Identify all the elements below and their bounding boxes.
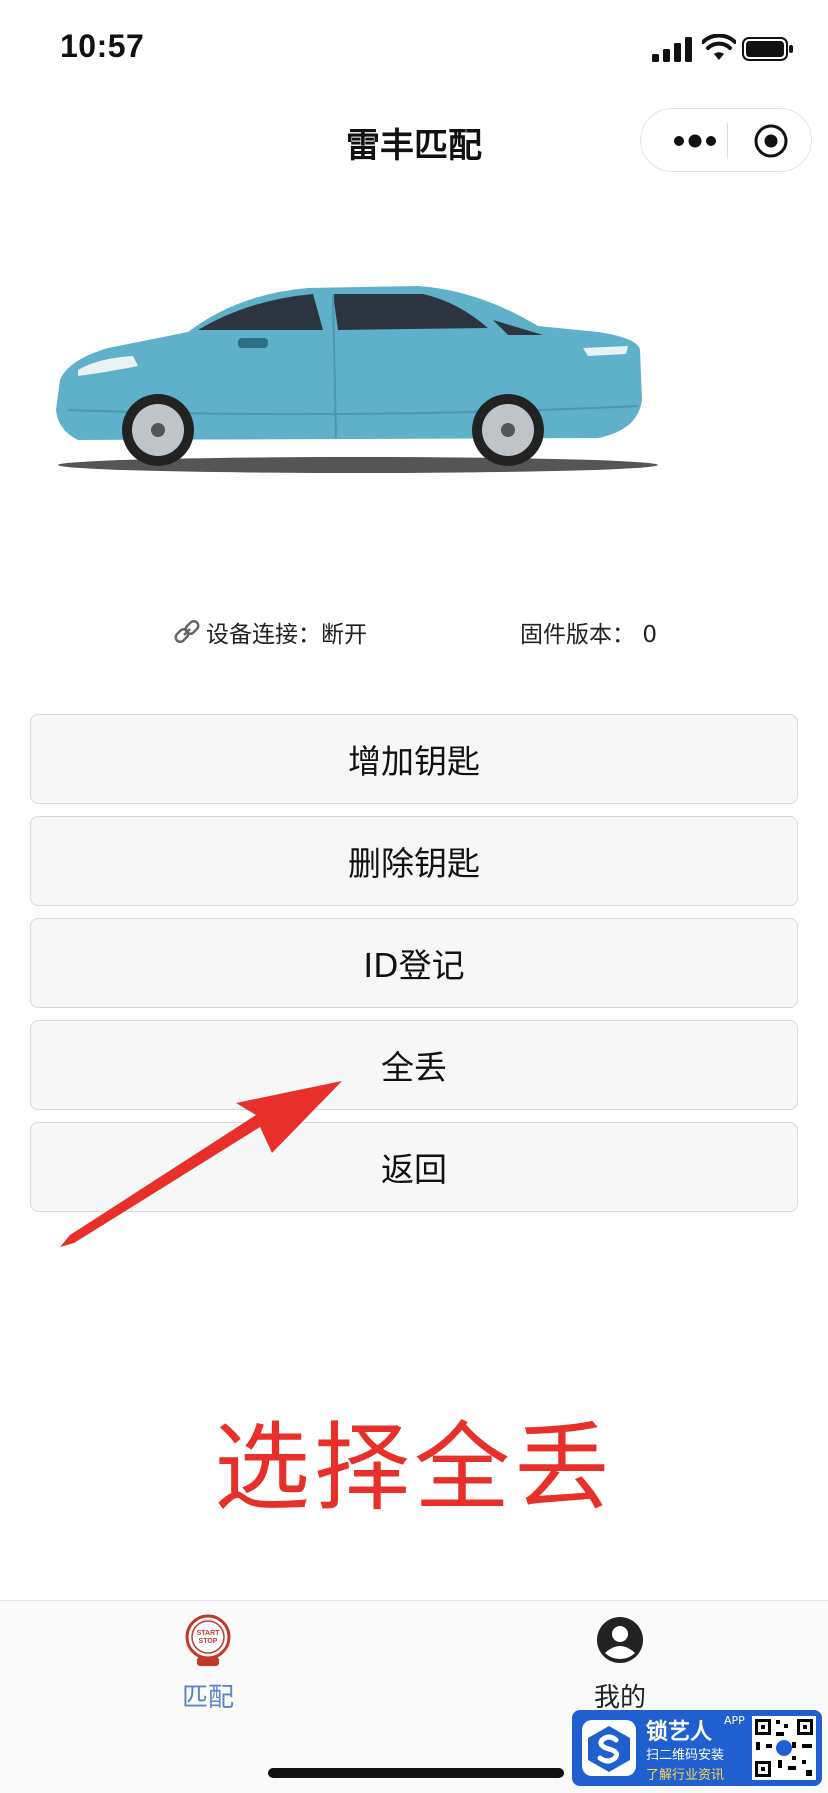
qr-code-icon bbox=[752, 1716, 816, 1780]
delete-key-button[interactable]: 删除钥匙 bbox=[30, 816, 798, 906]
tab-mine[interactable]: 我的 bbox=[540, 1613, 700, 1714]
all-keys-lost-button[interactable]: 全丢 bbox=[30, 1020, 798, 1110]
connection-label: 设备连接： bbox=[206, 622, 321, 648]
back-button[interactable]: 返回 bbox=[30, 1122, 798, 1212]
brand-logo-icon bbox=[582, 1720, 636, 1776]
more-icon[interactable] bbox=[671, 129, 719, 153]
start-stop-icon: START STOP bbox=[185, 1614, 231, 1666]
watermark-badge: 锁艺人 APP 扫二维码安装 了解行业资讯 bbox=[572, 1710, 822, 1786]
id-register-button[interactable]: ID登记 bbox=[30, 918, 798, 1008]
tab-mine-label: 我的 bbox=[593, 1683, 646, 1713]
car-image bbox=[56, 286, 658, 473]
device-connection: 设备连接： 断开 bbox=[172, 615, 367, 649]
home-indicator bbox=[268, 1768, 564, 1778]
annotation-text: 选择全丢 bbox=[214, 1412, 614, 1524]
link-icon bbox=[174, 619, 200, 644]
firmware-version: 固件版本： 0 bbox=[520, 615, 657, 649]
watermark-line-3: 了解行业资讯 bbox=[646, 1768, 725, 1783]
close-mini-program-icon[interactable] bbox=[753, 123, 789, 159]
status-time: 10:57 bbox=[60, 28, 145, 64]
watermark-line-2: 扫二维码安装 bbox=[646, 1748, 725, 1763]
watermark-app-tag: APP bbox=[724, 1714, 745, 1727]
connection-status: 断开 bbox=[321, 622, 367, 648]
capsule-divider bbox=[727, 123, 728, 159]
watermark-brand: 锁艺人 bbox=[646, 1720, 713, 1745]
svg-text:START: START bbox=[197, 1630, 221, 1637]
firmware-value: 0 bbox=[642, 622, 657, 648]
firmware-label: 固件版本： bbox=[520, 622, 635, 648]
cellular-signal-icon bbox=[652, 37, 692, 62]
mini-program-capsule bbox=[640, 108, 812, 172]
battery-icon bbox=[742, 37, 793, 61]
svg-text:STOP: STOP bbox=[199, 1638, 218, 1645]
tab-match[interactable]: START STOP 匹配 bbox=[128, 1613, 288, 1714]
device-info-row: 设备连接： 断开 固件版本： 0 bbox=[0, 615, 828, 655]
add-key-button[interactable]: 增加钥匙 bbox=[30, 714, 798, 804]
profile-icon bbox=[597, 1617, 643, 1663]
status-bar: 10:57 bbox=[0, 0, 828, 100]
tab-match-label: 匹配 bbox=[181, 1683, 234, 1713]
wifi-icon bbox=[702, 34, 736, 60]
